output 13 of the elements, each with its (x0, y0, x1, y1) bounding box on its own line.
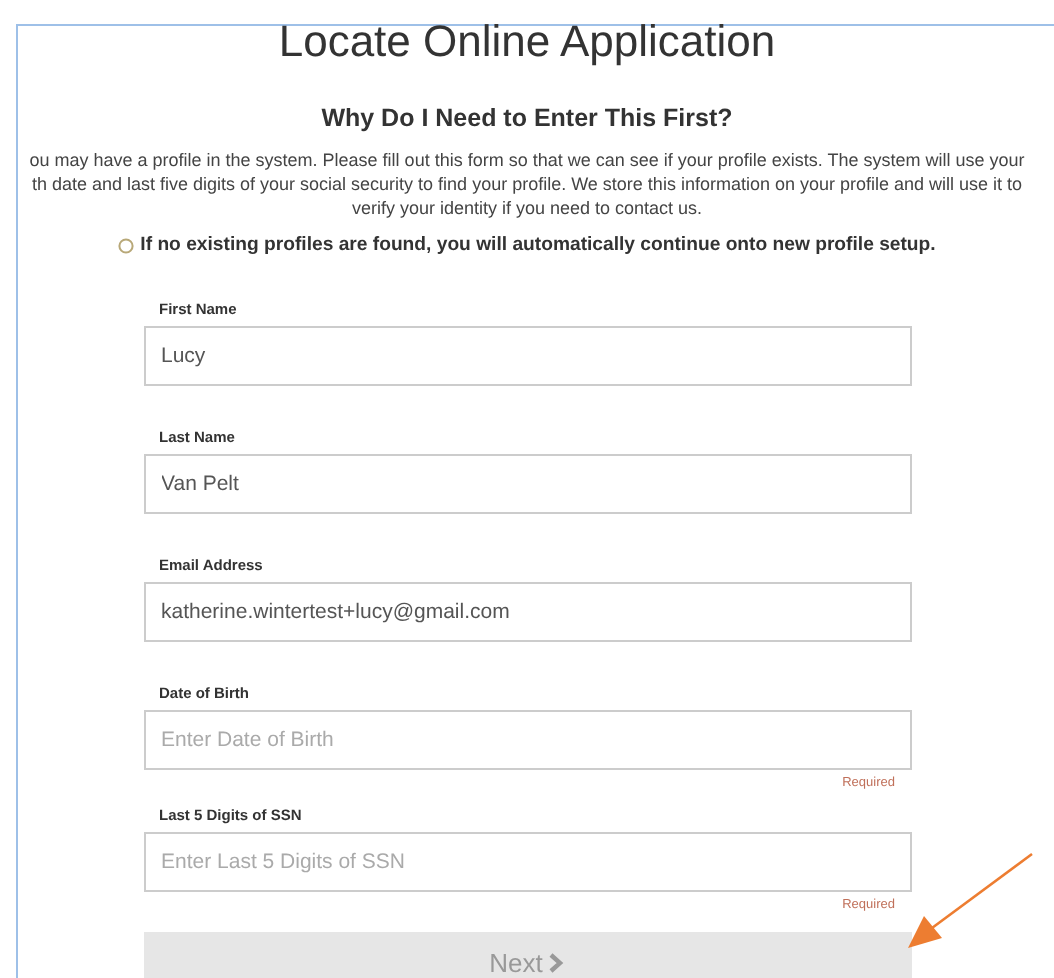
explanation-text: verify your identity if you need to contact us. (351, 196, 703, 220)
input-field[interactable]: Enter Date of Birth (143, 710, 911, 770)
section-heading: Why Do I Need to Enter This First? (321, 104, 733, 132)
info-icon (118, 237, 135, 253)
chevron-icon (548, 951, 565, 973)
input-field[interactable]: Van Pelt (143, 454, 911, 514)
explanation-text: th date and last five digits of your social security to find your profile. We store this information on your profile and will use it to (31, 172, 1023, 196)
explanation-text: ou may have a profile in the system. Please fill out this form so that we can see if your profile exists. The system will use your (29, 148, 1025, 172)
input-field[interactable]: Lucy (143, 326, 911, 386)
input-field[interactable]: Enter Last 5 Digits of SSN (143, 832, 911, 892)
page-title: Locate Online Application (278, 16, 776, 68)
notice-text: If no existing profiles are found, you will automatically continue onto new profile setup. (140, 234, 936, 256)
input-field[interactable]: katherine.wintertest+lucy@gmail.com (143, 582, 911, 642)
